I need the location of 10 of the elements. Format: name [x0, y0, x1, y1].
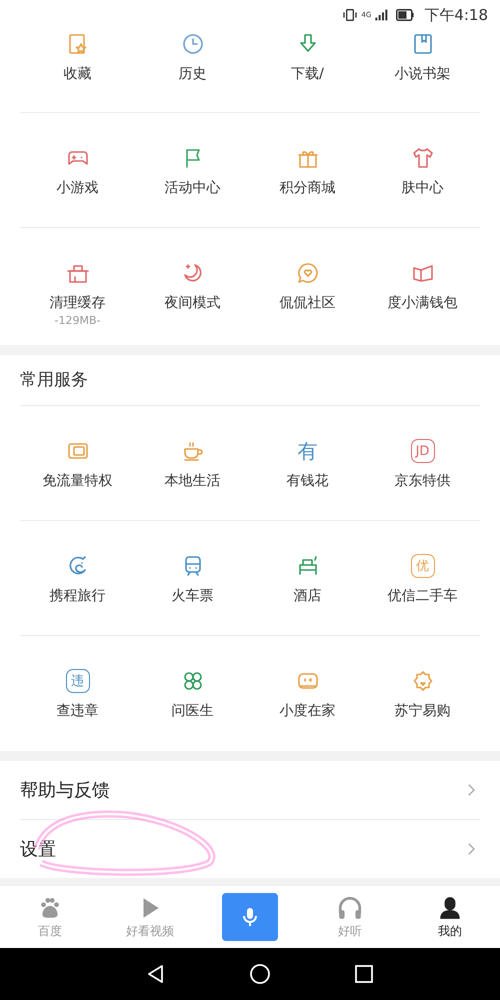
logo-icon: 有 — [296, 439, 320, 463]
tab-item[interactable]: 我的 — [437, 894, 463, 940]
status-time: 下午4:18 — [424, 6, 488, 24]
logo-icon: 优 — [410, 554, 434, 578]
menu-item[interactable]: 帮助与反馈 — [20, 761, 480, 820]
menu-item[interactable]: 设置 — [20, 820, 480, 878]
cache-size: -129MB- — [54, 314, 100, 328]
logo-icon: JD — [410, 439, 434, 463]
section-title: 常用服务 — [20, 355, 480, 406]
logo-icon: 违 — [66, 669, 90, 693]
